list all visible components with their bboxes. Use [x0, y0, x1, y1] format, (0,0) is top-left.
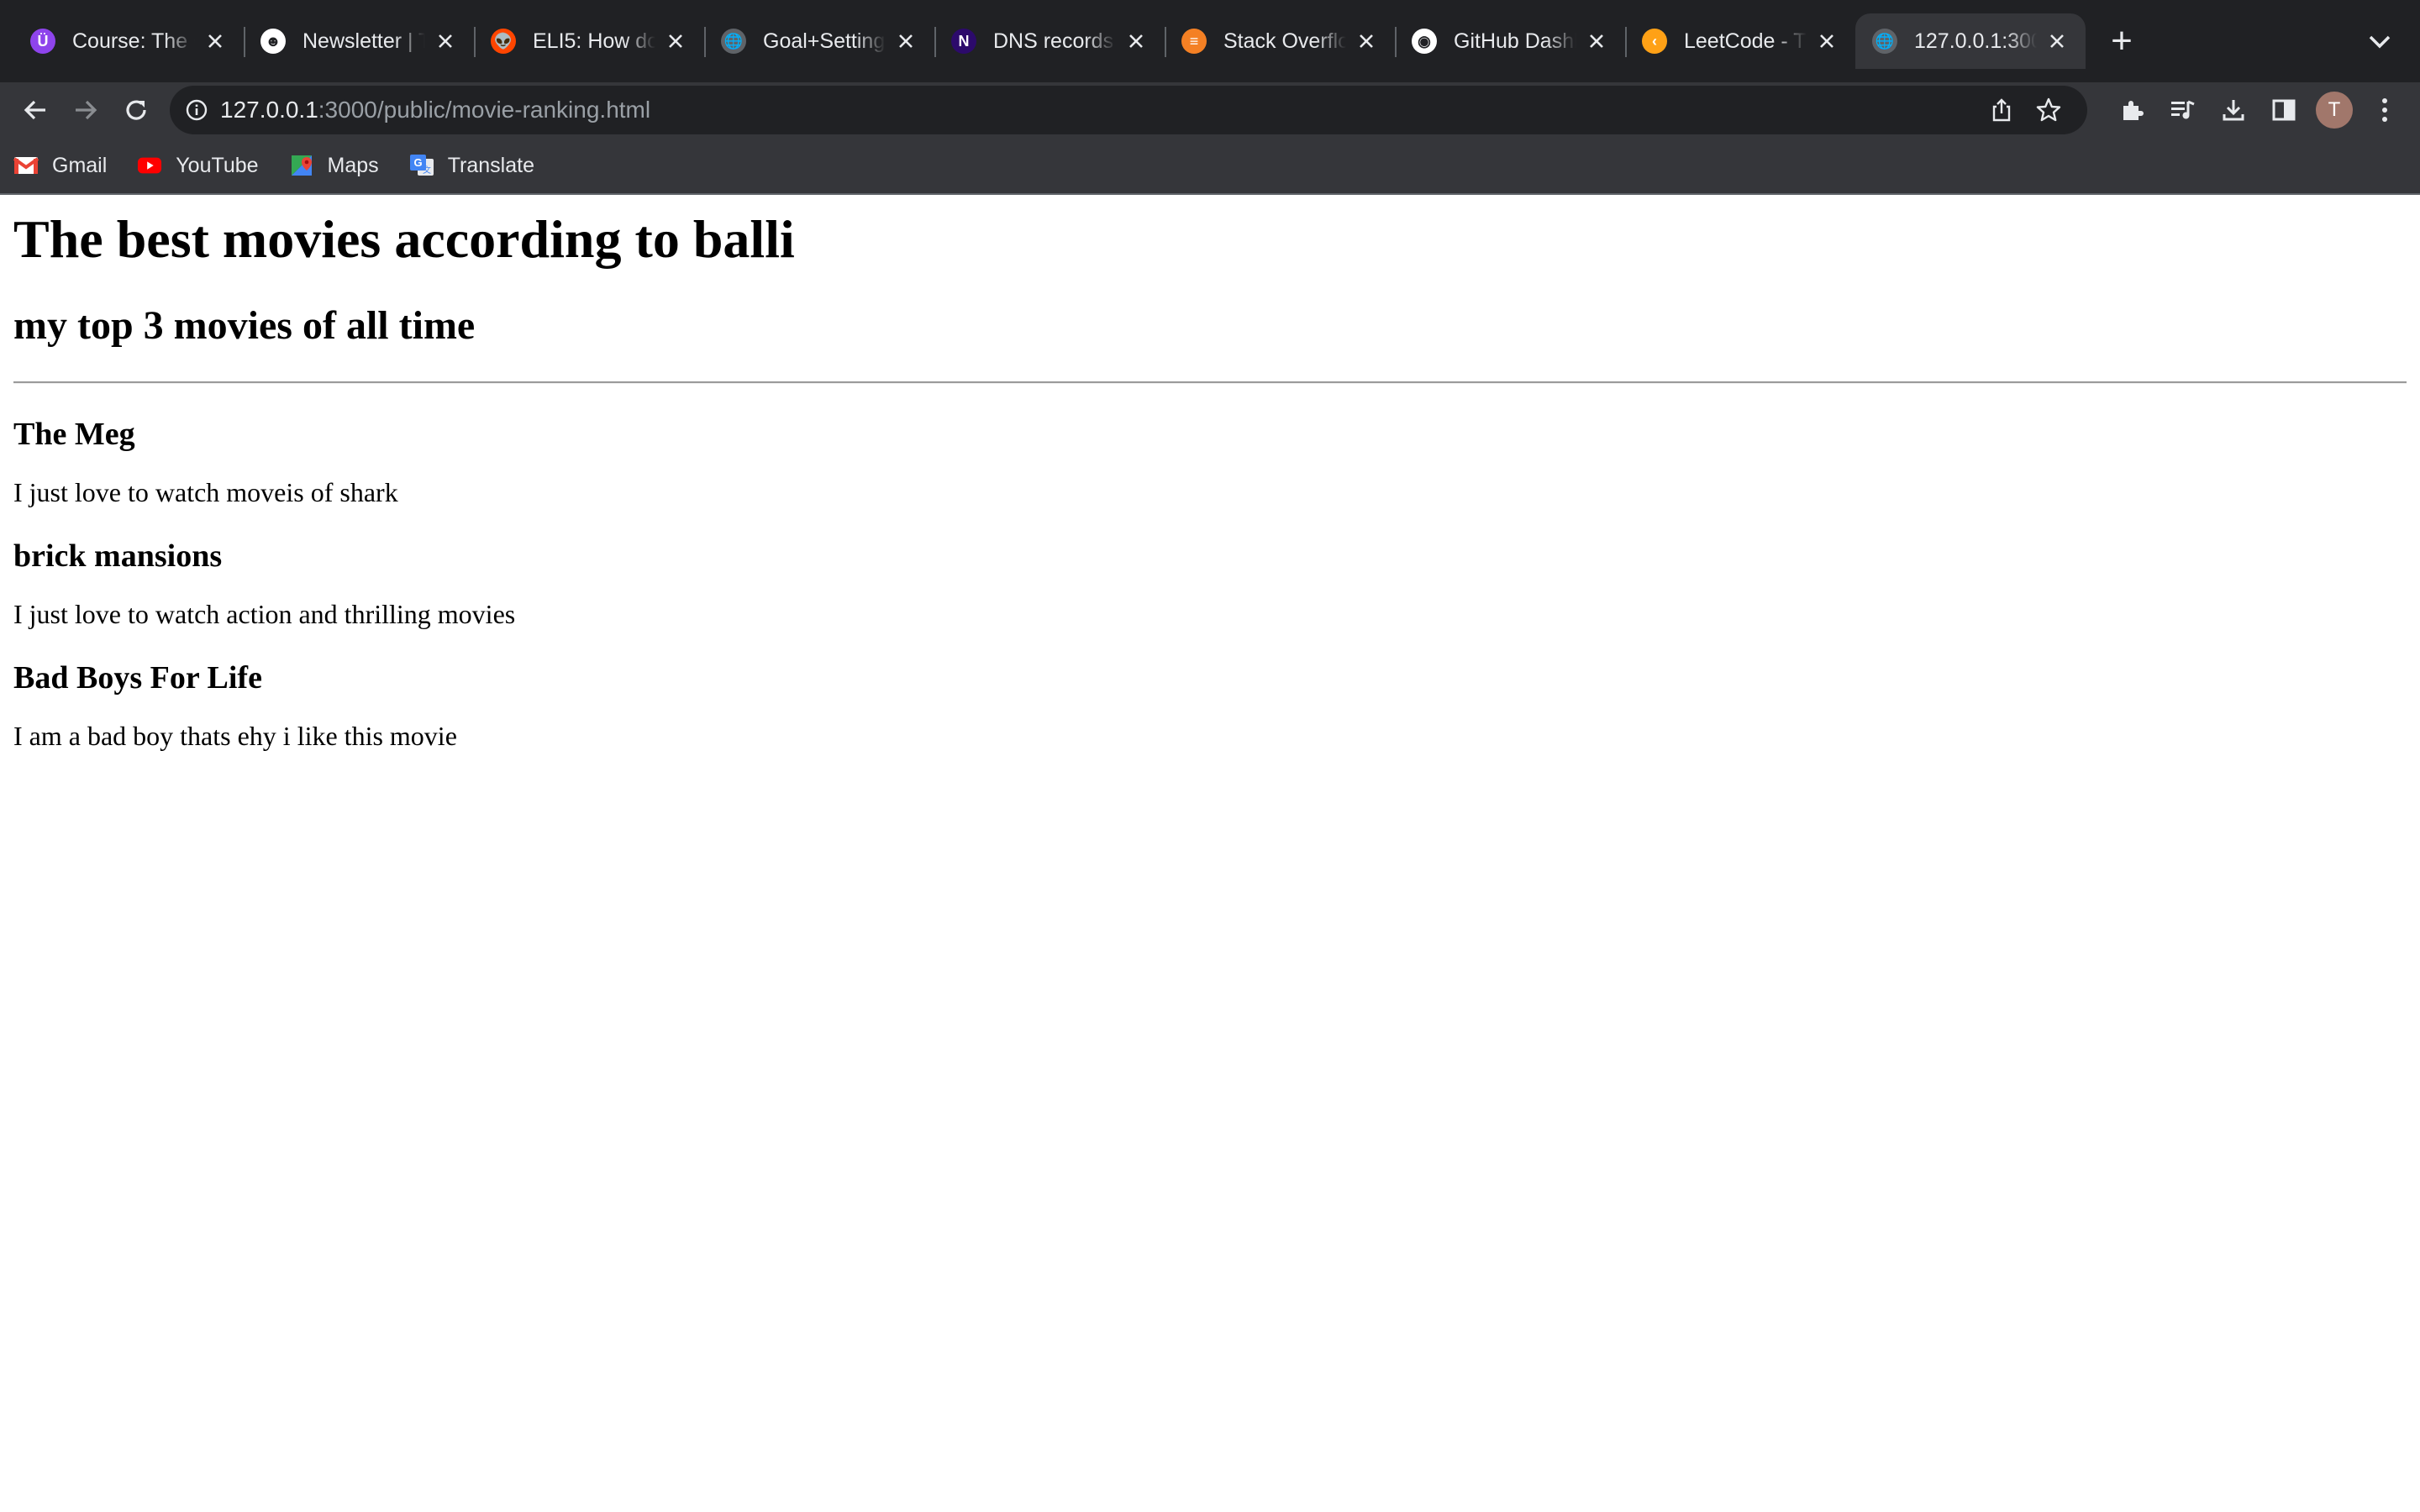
browser-tab[interactable]: N DNS records |	[934, 13, 1166, 69]
browser-tab[interactable]: ☻ Newsletter | The	[244, 13, 476, 69]
tab-favicon-icon: ≡	[1181, 29, 1207, 54]
movie-title: Bad Boys For Life	[13, 659, 262, 696]
svg-text:文: 文	[423, 165, 431, 176]
translate-icon: G文	[409, 153, 434, 178]
maps-icon	[289, 153, 314, 178]
url-text[interactable]: 127.0.0.1:3000/public/movie-ranking.html	[220, 97, 1978, 123]
tab-title: ELI5: How does	[533, 29, 655, 53]
reload-button[interactable]	[111, 85, 161, 135]
tab-title: Stack Overflow	[1223, 29, 1346, 53]
browser-tab[interactable]: ≡ Stack Overflow	[1165, 13, 1397, 69]
tab-favicon-icon: 👽	[491, 29, 516, 54]
page-title: The best movies according to balli	[13, 209, 795, 269]
tab-list: Ü Course: The Complete ☻ Newsletter | The 👽 E…	[0, 0, 2086, 82]
bookmarks-bar: Gmail YouTube Maps G文 Translate	[0, 138, 2420, 195]
movie-description: I am a bad boy thats ehy i like this mov…	[13, 720, 457, 751]
browser-chrome: Ü Course: The Complete ☻ Newsletter | The 👽 E…	[0, 0, 2420, 195]
tab-title: LeetCode - The	[1684, 29, 1807, 53]
browser-tab[interactable]: ◉ GitHub Dashboard	[1395, 13, 1627, 69]
forward-button[interactable]	[60, 85, 111, 135]
site-info-icon[interactable]	[185, 98, 208, 122]
new-tab-button[interactable]: +	[2101, 20, 2143, 62]
avatar: T	[2316, 92, 2353, 129]
tab-favicon-icon: ☻	[260, 29, 286, 54]
bookmark-youtube[interactable]: YouTube	[137, 153, 259, 178]
tab-favicon-icon: N	[951, 29, 976, 54]
tab-favicon-icon: ◉	[1412, 29, 1437, 54]
tab-title: 127.0.0.1:3000	[1914, 29, 2037, 53]
tab-search-icon[interactable]	[2363, 25, 2396, 59]
share-icon[interactable]	[1978, 87, 2025, 134]
divider	[13, 381, 2407, 384]
tab-close-icon[interactable]	[434, 29, 457, 53]
browser-tab[interactable]: 👽 ELI5: How does	[474, 13, 706, 69]
tab-close-icon[interactable]	[894, 29, 918, 53]
svg-text:G: G	[413, 156, 422, 169]
back-button[interactable]	[10, 85, 60, 135]
tab-close-icon[interactable]	[1585, 29, 1608, 53]
tab-close-icon[interactable]	[1124, 29, 1148, 53]
movie-item: brick mansions I just love to watch acti…	[13, 536, 2407, 633]
tab-close-icon[interactable]	[203, 29, 227, 53]
tab-strip: Ü Course: The Complete ☻ Newsletter | The 👽 E…	[0, 0, 2420, 82]
bookmark-label: Translate	[447, 153, 534, 177]
tab-close-icon[interactable]	[664, 29, 687, 53]
tab-close-icon[interactable]	[1815, 29, 1839, 53]
browser-tab[interactable]: 🌐 Goal+Setting+	[704, 13, 936, 69]
tab-title: Course: The Complete	[72, 29, 195, 53]
url-path: :3000/public/movie-ranking.html	[318, 97, 651, 123]
bookmark-translate[interactable]: G文 Translate	[409, 153, 534, 178]
tab-favicon-icon: 🌐	[1872, 29, 1897, 54]
side-panel-icon[interactable]	[2259, 85, 2309, 135]
movie-item: The Meg I just love to watch moveis of s…	[13, 414, 2407, 511]
tab-close-icon[interactable]	[1355, 29, 1378, 53]
tab-title: GitHub Dashboard	[1454, 29, 1576, 53]
tab-favicon-icon: 🌐	[721, 29, 746, 54]
bookmark-maps[interactable]: Maps	[289, 153, 379, 178]
movie-item: Bad Boys For Life I am a bad boy thats e…	[13, 658, 2407, 754]
movie-list: The Meg I just love to watch moveis of s…	[13, 414, 2407, 754]
media-controls-icon[interactable]	[2158, 85, 2208, 135]
bookmark-label: Maps	[327, 153, 379, 177]
address-bar[interactable]: 127.0.0.1:3000/public/movie-ranking.html	[170, 86, 2087, 134]
movie-title: The Meg	[13, 416, 135, 452]
tab-close-icon[interactable]	[2045, 29, 2069, 53]
movie-description: I just love to watch action and thrillin…	[13, 598, 516, 629]
bookmark-star-icon[interactable]	[2025, 87, 2072, 134]
tab-favicon-icon: Ü	[30, 29, 55, 54]
browser-toolbar: 127.0.0.1:3000/public/movie-ranking.html…	[0, 82, 2420, 138]
tab-title: Goal+Setting+	[763, 29, 886, 53]
extensions-icon[interactable]	[2107, 85, 2158, 135]
browser-tab[interactable]: 🌐 127.0.0.1:3000	[1855, 13, 2086, 69]
youtube-icon	[137, 153, 162, 178]
tab-title: DNS records |	[993, 29, 1116, 53]
bookmark-gmail[interactable]: Gmail	[13, 153, 107, 178]
gmail-icon	[13, 153, 39, 178]
menu-kebab-icon[interactable]	[2360, 85, 2410, 135]
reload-icon	[126, 100, 146, 120]
profile-button[interactable]: T	[2309, 85, 2360, 135]
browser-tab[interactable]: Ü Course: The Complete	[13, 13, 245, 69]
bookmark-label: Gmail	[52, 153, 108, 177]
tab-favicon-icon: ‹	[1642, 29, 1667, 54]
downloads-icon[interactable]	[2208, 85, 2259, 135]
forward-arrow-icon	[76, 100, 97, 120]
back-arrow-icon	[24, 100, 45, 120]
movie-title: brick mansions	[13, 538, 223, 574]
page-content: The best movies according to balli my to…	[0, 209, 2420, 754]
page-subtitle: my top 3 movies of all time	[13, 303, 476, 349]
url-host: 127.0.0.1	[220, 97, 318, 123]
movie-description: I just love to watch moveis of shark	[13, 476, 398, 507]
tab-title: Newsletter | The	[302, 29, 425, 53]
browser-tab[interactable]: ‹ LeetCode - The	[1625, 13, 1855, 69]
bookmark-label: YouTube	[176, 153, 259, 177]
